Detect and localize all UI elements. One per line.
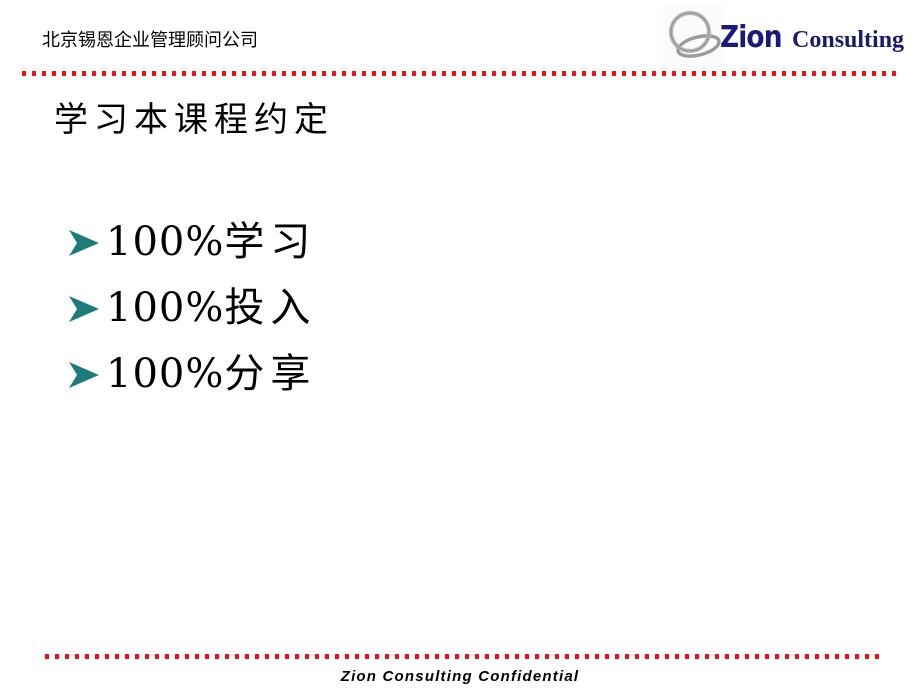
list-item-label: 分享	[224, 351, 317, 397]
company-name: 北京锡恩企业管理顾问公司	[42, 30, 258, 51]
zion-rings-logo-icon	[663, 6, 725, 64]
list-item-text: 100%分享	[106, 351, 316, 397]
page-title: 学习本课程约定	[54, 100, 334, 140]
arrowhead-bullet-icon	[66, 354, 104, 394]
logo-zion-text: Zion	[720, 20, 782, 55]
list-item-value: 100%	[106, 285, 225, 331]
footer-divider	[45, 654, 881, 659]
arrowhead-bullet-icon	[66, 288, 104, 328]
list-item-label: 投入	[224, 285, 317, 331]
list-item: 100%学习	[66, 209, 586, 275]
list-item-text: 100%学习	[106, 219, 316, 265]
header-divider	[22, 71, 896, 76]
list-item-value: 100%	[106, 351, 225, 397]
brand-logo: Zion Consulting	[663, 6, 911, 64]
list-item: 100%分享	[66, 341, 586, 407]
list-item: 100%投入	[66, 275, 586, 341]
brand-wordmark: Zion Consulting	[720, 20, 904, 55]
arrowhead-bullet-icon	[66, 222, 104, 262]
footer-confidential-notice: Zion Consulting Confidential	[340, 668, 580, 685]
slide-header: 北京锡恩企业管理顾问公司 Zion Consulting	[0, 0, 920, 76]
slide-canvas: 北京锡恩企业管理顾问公司 Zion Consulting 学习本课程约定 100…	[0, 0, 920, 690]
list-item-value: 100%	[106, 219, 225, 265]
bullet-list: 100%学习 100%投入 100%分享	[66, 209, 586, 407]
list-item-text: 100%投入	[106, 285, 316, 331]
list-item-label: 学习	[224, 219, 317, 265]
logo-consulting-text: Consulting	[792, 27, 905, 53]
